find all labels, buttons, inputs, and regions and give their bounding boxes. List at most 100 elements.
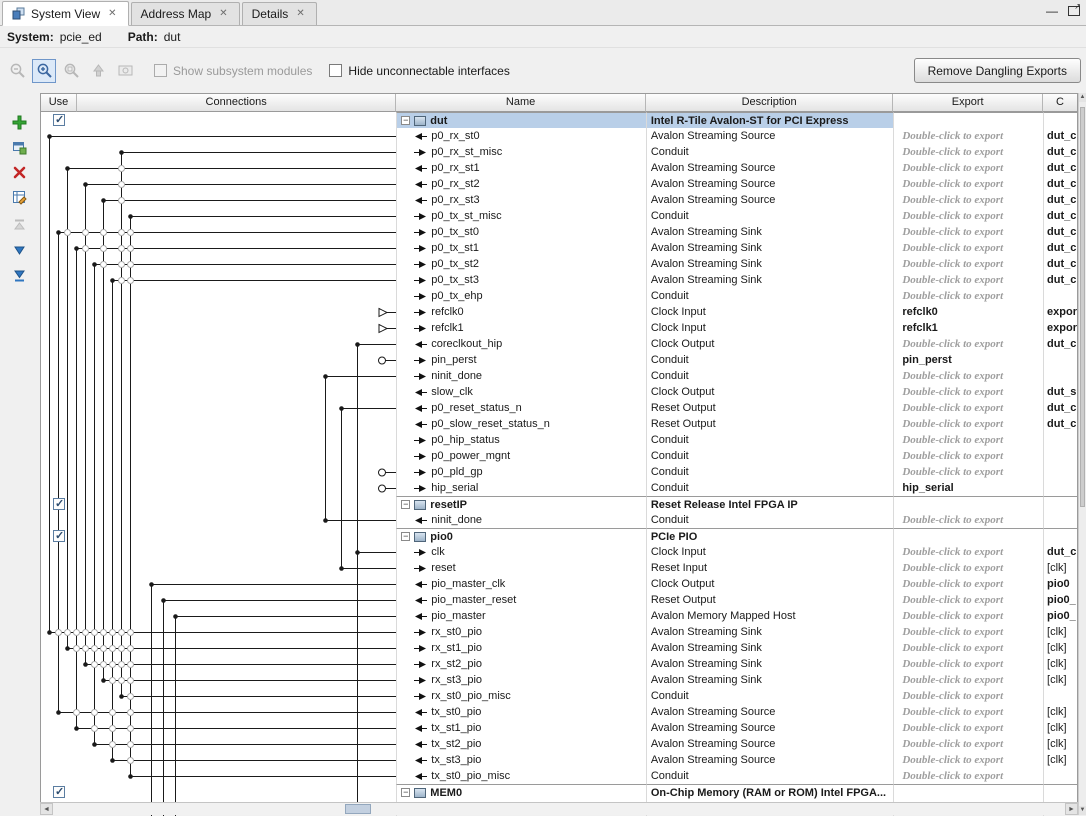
name-cell[interactable]: p0_tx_st0	[396, 224, 646, 240]
interface-row[interactable]: coreclkout_hipClock OutputDouble-click t…	[41, 336, 1077, 352]
move-down-button[interactable]	[8, 239, 30, 261]
export-cell[interactable]: Double-click to export	[893, 416, 1043, 432]
export-cell[interactable]: Double-click to export	[893, 656, 1043, 672]
name-cell[interactable]: refclk1	[396, 320, 646, 336]
scroll-down-icon[interactable]: ▼	[1079, 806, 1086, 815]
export-cell[interactable]: Double-click to export	[893, 512, 1043, 528]
export-cell[interactable]: Double-click to export	[893, 560, 1043, 576]
interface-row[interactable]: hip_serialConduithip_serial	[41, 480, 1077, 496]
name-cell[interactable]: rx_st0_pio	[396, 624, 646, 640]
collapse-toggle-icon[interactable]: −	[401, 532, 410, 541]
interface-row[interactable]: slow_clkClock OutputDouble-click to expo…	[41, 384, 1077, 400]
name-cell[interactable]: ninit_done	[396, 368, 646, 384]
use-checkbox[interactable]	[53, 530, 65, 542]
add-connection-button[interactable]	[8, 136, 30, 158]
name-cell[interactable]: tx_st3_pio	[396, 752, 646, 768]
interface-row[interactable]: p0_rx_st0Avalon Streaming SourceDouble-c…	[41, 128, 1077, 144]
collapse-toggle-icon[interactable]: −	[401, 116, 410, 125]
clock-cell[interactable]	[1043, 528, 1077, 544]
export-cell[interactable]: Double-click to export	[893, 368, 1043, 384]
interface-row[interactable]: tx_st0_pio_miscConduitDouble-click to ex…	[41, 768, 1077, 784]
interface-row[interactable]: p0_rx_st2Avalon Streaming SourceDouble-c…	[41, 176, 1077, 192]
export-cell[interactable]: Double-click to export	[893, 224, 1043, 240]
export-cell[interactable]: Double-click to export	[893, 576, 1043, 592]
export-cell[interactable]: Double-click to export	[893, 592, 1043, 608]
export-cell[interactable]: refclk1	[893, 320, 1043, 336]
export-cell[interactable]: Double-click to export	[893, 640, 1043, 656]
name-cell[interactable]: p0_rx_st3	[396, 192, 646, 208]
export-cell[interactable]: Double-click to export	[893, 768, 1043, 784]
use-checkbox[interactable]	[53, 498, 65, 510]
scroll-up-icon[interactable]: ▲	[1079, 93, 1086, 102]
zoom-out-button[interactable]	[5, 59, 29, 83]
name-cell[interactable]: p0_tx_ehp	[396, 288, 646, 304]
module-row[interactable]: −dutIntel R-Tile Avalon-ST for PCI Expre…	[41, 112, 1077, 128]
interface-row[interactable]: p0_tx_st3Avalon Streaming SinkDouble-cli…	[41, 272, 1077, 288]
remove-button[interactable]	[8, 161, 30, 183]
module-row[interactable]: −pio0PCIe PIO	[41, 528, 1077, 544]
snapshot-button[interactable]	[113, 59, 137, 83]
interface-row[interactable]: resetReset InputDouble-click to export[c…	[41, 560, 1077, 576]
export-cell[interactable]: Double-click to export	[893, 400, 1043, 416]
zoom-in-button[interactable]	[32, 59, 56, 83]
export-cell[interactable]: Double-click to export	[893, 160, 1043, 176]
name-cell[interactable]: p0_rx_st_misc	[396, 144, 646, 160]
export-cell[interactable]	[893, 112, 1043, 128]
export-cell[interactable]: Double-click to export	[893, 384, 1043, 400]
export-cell[interactable]: Double-click to export	[893, 624, 1043, 640]
clock-cell[interactable]: [clk]	[1043, 640, 1077, 656]
export-cell[interactable]	[893, 784, 1043, 800]
export-cell[interactable]: hip_serial	[893, 480, 1043, 496]
name-cell[interactable]: −MEM0	[396, 784, 646, 800]
horizontal-scrollbar[interactable]: ◄ ►	[40, 802, 1078, 815]
name-cell[interactable]: coreclkout_hip	[396, 336, 646, 352]
clock-cell[interactable]: expor	[1043, 320, 1077, 336]
clock-cell[interactable]: dut_c	[1043, 208, 1077, 224]
name-cell[interactable]: ninit_done	[396, 512, 646, 528]
show-subsystem-checkbox-group[interactable]: Show subsystem modules	[154, 64, 312, 78]
interface-row[interactable]: p0_pld_gpConduitDouble-click to export	[41, 464, 1077, 480]
name-cell[interactable]: p0_power_mgnt	[396, 448, 646, 464]
name-cell[interactable]: tx_st2_pio	[396, 736, 646, 752]
name-cell[interactable]: tx_st1_pio	[396, 720, 646, 736]
vertical-scroll-thumb[interactable]	[1080, 107, 1085, 507]
export-cell[interactable]	[893, 496, 1043, 512]
interface-row[interactable]: pio_master_resetReset OutputDouble-click…	[41, 592, 1077, 608]
scroll-left-icon[interactable]: ◄	[40, 803, 53, 815]
remove-dangling-exports-button[interactable]: Remove Dangling Exports	[914, 58, 1081, 83]
float-window-icon[interactable]	[1068, 6, 1080, 16]
export-cell[interactable]: Double-click to export	[893, 208, 1043, 224]
interface-row[interactable]: p0_slow_reset_status_nReset OutputDouble…	[41, 416, 1077, 432]
interface-row[interactable]: pio_master_clkClock OutputDouble-click t…	[41, 576, 1077, 592]
name-cell[interactable]: p0_tx_st3	[396, 272, 646, 288]
name-cell[interactable]: p0_rx_st0	[396, 128, 646, 144]
clock-cell[interactable]: [clk]	[1043, 656, 1077, 672]
name-cell[interactable]: pio_master	[396, 608, 646, 624]
export-cell[interactable]: Double-click to export	[893, 272, 1043, 288]
clock-cell[interactable]	[1043, 352, 1077, 368]
export-cell[interactable]: Double-click to export	[893, 240, 1043, 256]
name-cell[interactable]: −resetIP	[396, 496, 646, 512]
clock-cell[interactable]: dut_c	[1043, 400, 1077, 416]
interface-row[interactable]: tx_st3_pioAvalon Streaming SourceDouble-…	[41, 752, 1077, 768]
clock-cell[interactable]: dut_c	[1043, 416, 1077, 432]
tab-address-map[interactable]: Address Map ✕	[131, 2, 240, 25]
interface-row[interactable]: rx_st2_pioAvalon Streaming SinkDouble-cl…	[41, 656, 1077, 672]
name-cell[interactable]: tx_st0_pio	[396, 704, 646, 720]
clock-cell[interactable]: dut_c	[1043, 160, 1077, 176]
column-header-use[interactable]: Use	[41, 94, 77, 112]
tab-details[interactable]: Details ✕	[242, 2, 317, 25]
clock-cell[interactable]	[1043, 112, 1077, 128]
name-cell[interactable]: p0_rx_st1	[396, 160, 646, 176]
interface-row[interactable]: tx_st0_pioAvalon Streaming SourceDouble-…	[41, 704, 1077, 720]
hide-unconnectable-checkbox-group[interactable]: Hide unconnectable interfaces	[329, 64, 509, 78]
interface-row[interactable]: refclk0Clock Inputrefclk0expor	[41, 304, 1077, 320]
clock-cell[interactable]	[1043, 784, 1077, 800]
clock-cell[interactable]	[1043, 688, 1077, 704]
clock-cell[interactable]	[1043, 288, 1077, 304]
name-cell[interactable]: rx_st2_pio	[396, 656, 646, 672]
clock-cell[interactable]	[1043, 432, 1077, 448]
clock-cell[interactable]: dut_c	[1043, 544, 1077, 560]
name-cell[interactable]: p0_tx_st_misc	[396, 208, 646, 224]
clock-cell[interactable]: [clk]	[1043, 672, 1077, 688]
